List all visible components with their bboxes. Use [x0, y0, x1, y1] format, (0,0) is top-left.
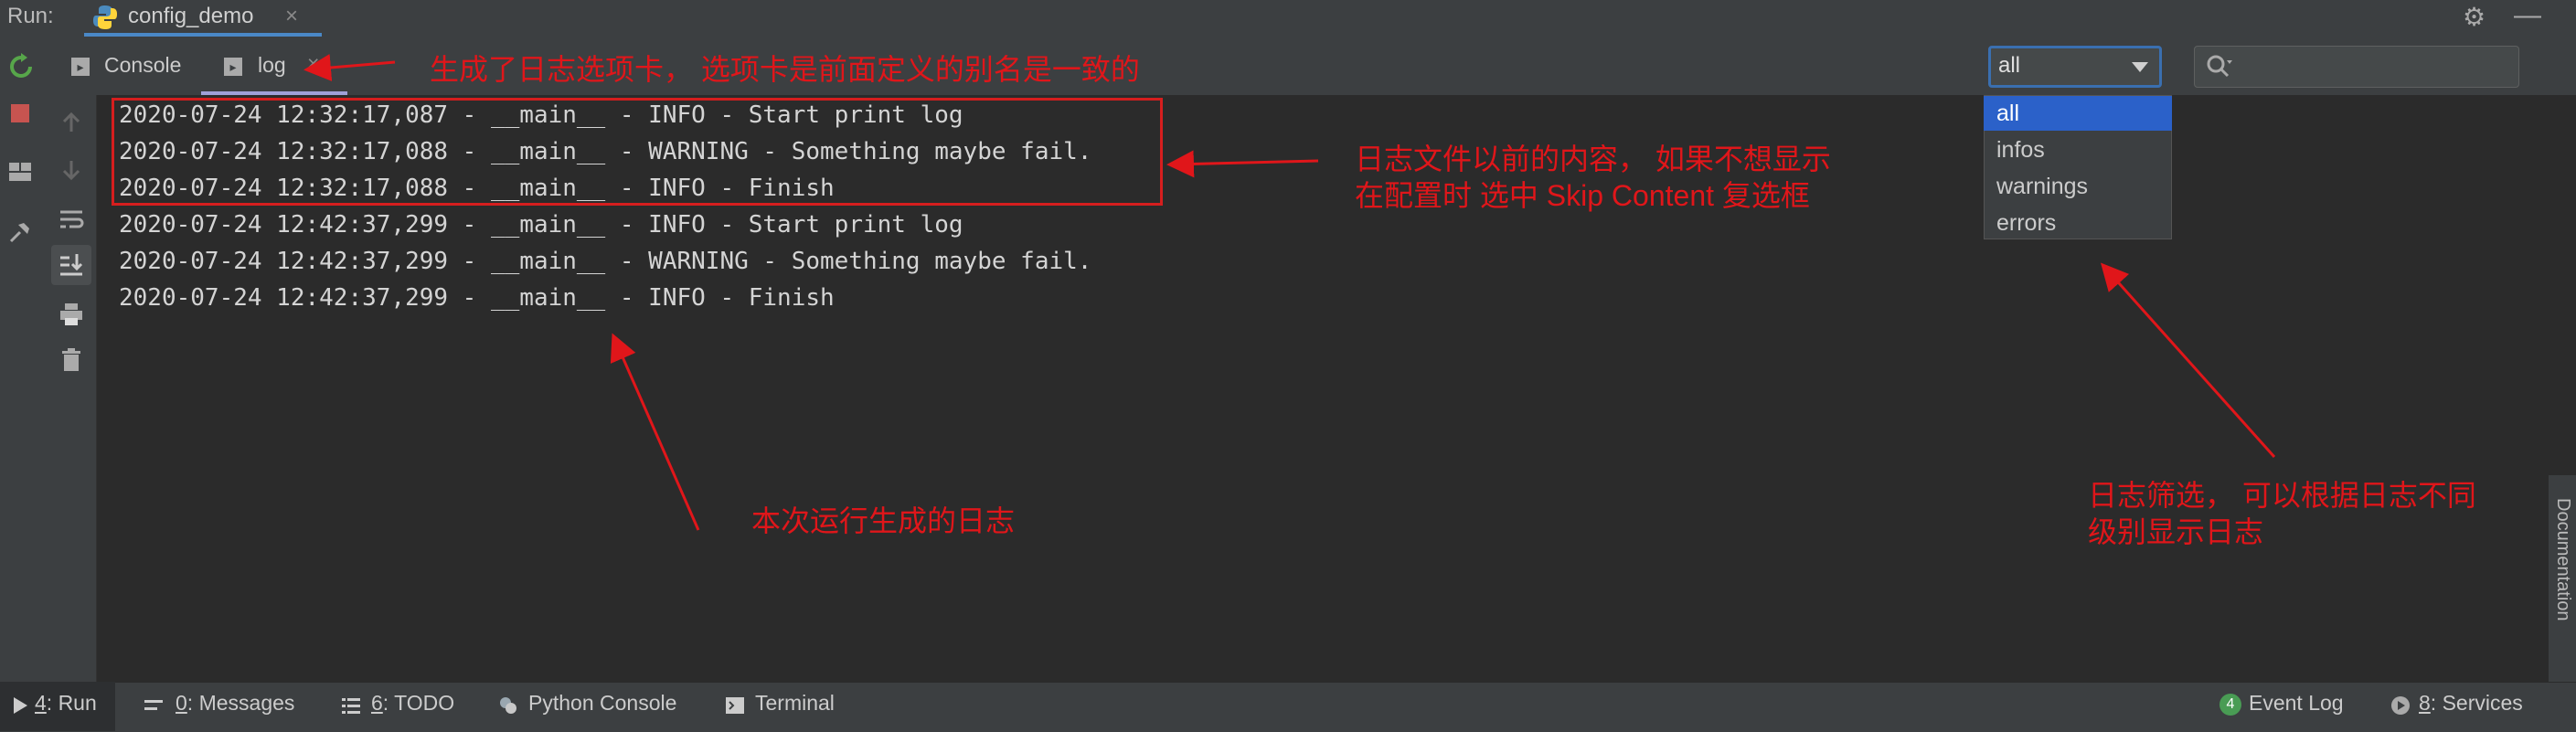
arrow-to-old-box	[1166, 150, 1319, 178]
arrow-to-log-tab	[303, 54, 396, 81]
annotation-arrows	[303, 54, 2276, 531]
tool-window-run[interactable]: 4: Run	[35, 691, 97, 716]
event-log-icon: 4	[2219, 694, 2241, 716]
arrow-to-filter	[2101, 262, 2276, 458]
documentation-tool-tab[interactable]: Documentation	[2552, 498, 2573, 621]
tool-window-event-log[interactable]: Event Log	[2249, 691, 2344, 716]
tool-window-terminal[interactable]: Terminal	[755, 691, 835, 716]
tool-window-python-console[interactable]: Python Console	[528, 691, 676, 716]
todo-icon	[342, 698, 360, 714]
services-icon	[2391, 696, 2410, 715]
run-icon	[14, 697, 27, 714]
arrow-to-this-run	[610, 333, 700, 531]
python-console-icon	[500, 697, 516, 714]
tool-window-messages[interactable]: 0: Messages	[176, 691, 294, 716]
messages-icon	[144, 700, 163, 710]
tool-window-services[interactable]: 8: Services	[2419, 691, 2523, 716]
tool-window-todo[interactable]: 6: TODO	[371, 691, 454, 716]
terminal-icon	[726, 697, 744, 714]
